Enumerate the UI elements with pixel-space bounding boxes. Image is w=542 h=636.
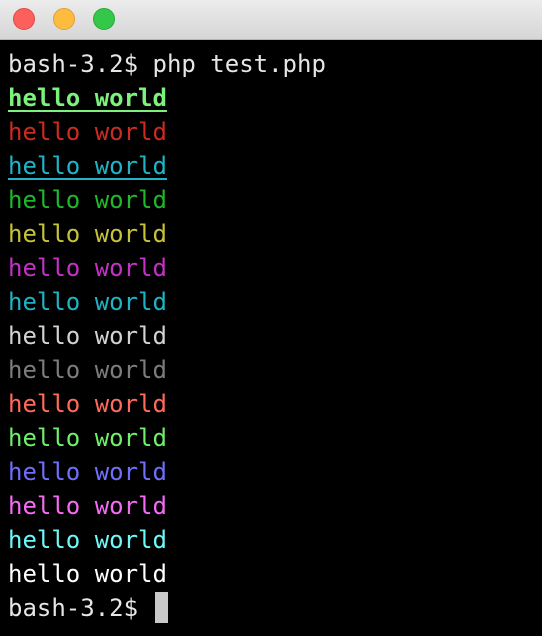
output-line: hello world [8, 560, 167, 588]
zoom-window-button[interactable] [93, 8, 115, 30]
output-line: hello world [8, 526, 167, 554]
output-line: hello world [8, 322, 167, 350]
terminal-output-area[interactable]: bash-3.2$ php test.php hello world hello … [8, 47, 542, 636]
command-line: bash-3.2$ php test.php [8, 47, 542, 81]
output-line: hello world [8, 288, 167, 316]
output-line: hello world [8, 220, 167, 248]
output-line: hello world [8, 152, 167, 180]
text-cursor [154, 592, 168, 623]
output-line: hello world [8, 254, 167, 282]
output-line: hello world [8, 424, 167, 452]
output-lines: hello world hello world hello world hello w… [8, 81, 542, 591]
prompt: bash-3.2$ [8, 594, 153, 622]
output-line: hello world [8, 356, 167, 384]
close-window-button[interactable] [13, 8, 35, 30]
output-line: hello world [8, 390, 167, 418]
active-prompt-line[interactable]: bash-3.2$ [8, 591, 542, 625]
prompt: bash-3.2$ [8, 50, 153, 78]
command-text: php test.php [152, 50, 326, 78]
terminal-window: bash-3.2$ php test.php hello world hello … [0, 0, 542, 636]
output-line: hello world [8, 84, 167, 112]
output-line: hello world [8, 458, 167, 486]
output-line: hello world [8, 186, 167, 214]
output-line: hello world [8, 492, 167, 520]
title-bar[interactable] [0, 0, 542, 40]
output-line: hello world [8, 118, 167, 146]
minimize-window-button[interactable] [53, 8, 75, 30]
